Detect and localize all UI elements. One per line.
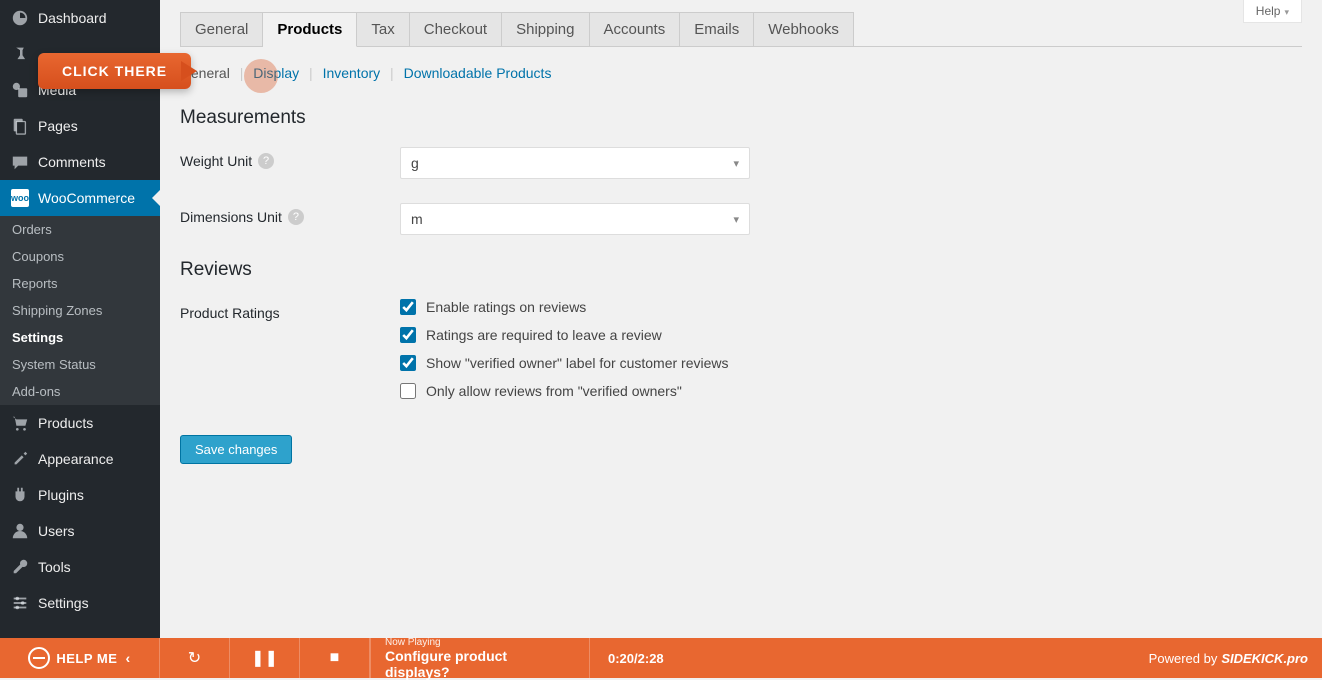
powered-by[interactable]: Powered by SIDEKICK.pro bbox=[1135, 638, 1322, 678]
now-playing: Now Playing Configure product displays? bbox=[370, 638, 590, 678]
help-tab[interactable]: Help bbox=[1243, 0, 1302, 23]
dimensions-unit-select[interactable]: m bbox=[400, 203, 750, 235]
sidebar-sub-addons[interactable]: Add-ons bbox=[0, 378, 160, 405]
tab-products[interactable]: Products bbox=[263, 12, 357, 47]
sidebar-item-plugins[interactable]: Plugins bbox=[0, 477, 160, 513]
pin-icon bbox=[10, 44, 30, 64]
checkbox-enable-ratings[interactable]: Enable ratings on reviews bbox=[400, 299, 1302, 315]
woo-submenu: Orders Coupons Reports Shipping Zones Se… bbox=[0, 216, 160, 405]
sidebar-item-label: Settings bbox=[38, 595, 89, 611]
sidebar-sub-coupons[interactable]: Coupons bbox=[0, 243, 160, 270]
sidebar-sub-reports[interactable]: Reports bbox=[0, 270, 160, 297]
settings-tabs: General Products Tax Checkout Shipping A… bbox=[180, 12, 1302, 47]
checkbox-only-verified[interactable]: Only allow reviews from "verified owners… bbox=[400, 383, 1302, 399]
face-icon bbox=[28, 647, 50, 669]
cart-icon bbox=[10, 413, 30, 433]
subtab-inventory[interactable]: Inventory bbox=[323, 65, 381, 81]
subtab-downloadable[interactable]: Downloadable Products bbox=[404, 65, 552, 81]
measurements-heading: Measurements bbox=[180, 107, 1302, 129]
wrench-icon bbox=[10, 557, 30, 577]
help-icon[interactable]: ? bbox=[258, 153, 274, 169]
pause-icon: ❚❚ bbox=[251, 648, 278, 668]
sidebar-item-label: Tools bbox=[38, 559, 71, 575]
checkbox-ratings-required[interactable]: Ratings are required to leave a review bbox=[400, 327, 1302, 343]
gear-icon bbox=[10, 593, 30, 613]
sidebar-item-label: Products bbox=[38, 415, 93, 431]
tab-accounts[interactable]: Accounts bbox=[590, 12, 681, 46]
chevron-left-icon: ‹ bbox=[125, 650, 130, 666]
pages-icon bbox=[10, 116, 30, 136]
sidekick-footer: HELP ME ‹ ↻ ❚❚ ■ Now Playing Configure p… bbox=[0, 638, 1322, 678]
sub-sections: General | Display | Inventory | Download… bbox=[180, 47, 1302, 99]
tab-emails[interactable]: Emails bbox=[680, 12, 754, 46]
stop-icon: ■ bbox=[330, 649, 340, 667]
highlight-pulse bbox=[244, 59, 278, 93]
sidebar-item-appearance[interactable]: Appearance bbox=[0, 441, 160, 477]
main-content: Help General Products Tax Checkout Shipp… bbox=[160, 0, 1322, 678]
brush-icon bbox=[10, 449, 30, 469]
sidebar-item-products[interactable]: Products bbox=[0, 405, 160, 441]
comments-icon bbox=[10, 152, 30, 172]
dimensions-unit-label: Dimensions Unit bbox=[180, 209, 282, 225]
sidebar-item-label: Appearance bbox=[38, 451, 114, 467]
sidebar-item-label: Pages bbox=[38, 118, 78, 134]
sidebar-item-label: Users bbox=[38, 523, 75, 539]
user-icon bbox=[10, 521, 30, 541]
help-icon[interactable]: ? bbox=[288, 209, 304, 225]
now-playing-label: Now Playing bbox=[385, 637, 575, 648]
sidebar-item-label: Comments bbox=[38, 154, 106, 170]
save-button[interactable]: Save changes bbox=[180, 435, 292, 464]
stop-button[interactable]: ■ bbox=[300, 638, 370, 678]
sidebar-item-woocommerce[interactable]: woo WooCommerce bbox=[0, 180, 160, 216]
checkbox-input[interactable] bbox=[400, 327, 416, 343]
checkbox-input[interactable] bbox=[400, 355, 416, 371]
restart-button[interactable]: ↻ bbox=[160, 638, 230, 678]
weight-unit-select[interactable]: g bbox=[400, 147, 750, 179]
pause-button[interactable]: ❚❚ bbox=[230, 638, 300, 678]
sidebar-item-pages[interactable]: Pages bbox=[0, 108, 160, 144]
tab-tax[interactable]: Tax bbox=[357, 12, 409, 46]
tab-shipping[interactable]: Shipping bbox=[502, 12, 589, 46]
playback-time: 0:20/2:28 bbox=[590, 638, 682, 678]
ratings-options: Enable ratings on reviews Ratings are re… bbox=[400, 299, 1302, 411]
plugin-icon bbox=[10, 485, 30, 505]
tab-checkout[interactable]: Checkout bbox=[410, 12, 502, 46]
checkbox-input[interactable] bbox=[400, 299, 416, 315]
sidebar-item-settings[interactable]: Settings bbox=[0, 585, 160, 621]
now-playing-title: Configure product displays? bbox=[385, 648, 575, 680]
sidebar-item-dashboard[interactable]: Dashboard bbox=[0, 0, 160, 36]
click-there-callout: CLICK THERE bbox=[38, 53, 191, 89]
sidebar-item-label: WooCommerce bbox=[38, 190, 135, 206]
checkbox-verified-owner-label[interactable]: Show "verified owner" label for customer… bbox=[400, 355, 1302, 371]
help-me-button[interactable]: HELP ME ‹ bbox=[0, 638, 160, 678]
sidebar-item-label: Dashboard bbox=[38, 10, 107, 26]
tab-webhooks[interactable]: Webhooks bbox=[754, 12, 854, 46]
restart-icon: ↻ bbox=[188, 648, 201, 668]
sidebar-item-users[interactable]: Users bbox=[0, 513, 160, 549]
weight-unit-label: Weight Unit bbox=[180, 153, 252, 169]
sidebar-item-tools[interactable]: Tools bbox=[0, 549, 160, 585]
sidebar-sub-shipping-zones[interactable]: Shipping Zones bbox=[0, 297, 160, 324]
sidebar-item-comments[interactable]: Comments bbox=[0, 144, 160, 180]
dashboard-icon bbox=[10, 8, 30, 28]
media-icon bbox=[10, 80, 30, 100]
tab-general[interactable]: General bbox=[180, 12, 263, 46]
sidebar-sub-system-status[interactable]: System Status bbox=[0, 351, 160, 378]
reviews-heading: Reviews bbox=[180, 259, 1302, 281]
sidebar-sub-orders[interactable]: Orders bbox=[0, 216, 160, 243]
woo-icon: woo bbox=[10, 188, 30, 208]
sidebar-item-label: Plugins bbox=[38, 487, 84, 503]
admin-sidebar: Dashboard Media Pages Comments bbox=[0, 0, 160, 678]
product-ratings-label: Product Ratings bbox=[180, 305, 280, 321]
sidebar-sub-settings[interactable]: Settings bbox=[0, 324, 160, 351]
checkbox-input[interactable] bbox=[400, 383, 416, 399]
